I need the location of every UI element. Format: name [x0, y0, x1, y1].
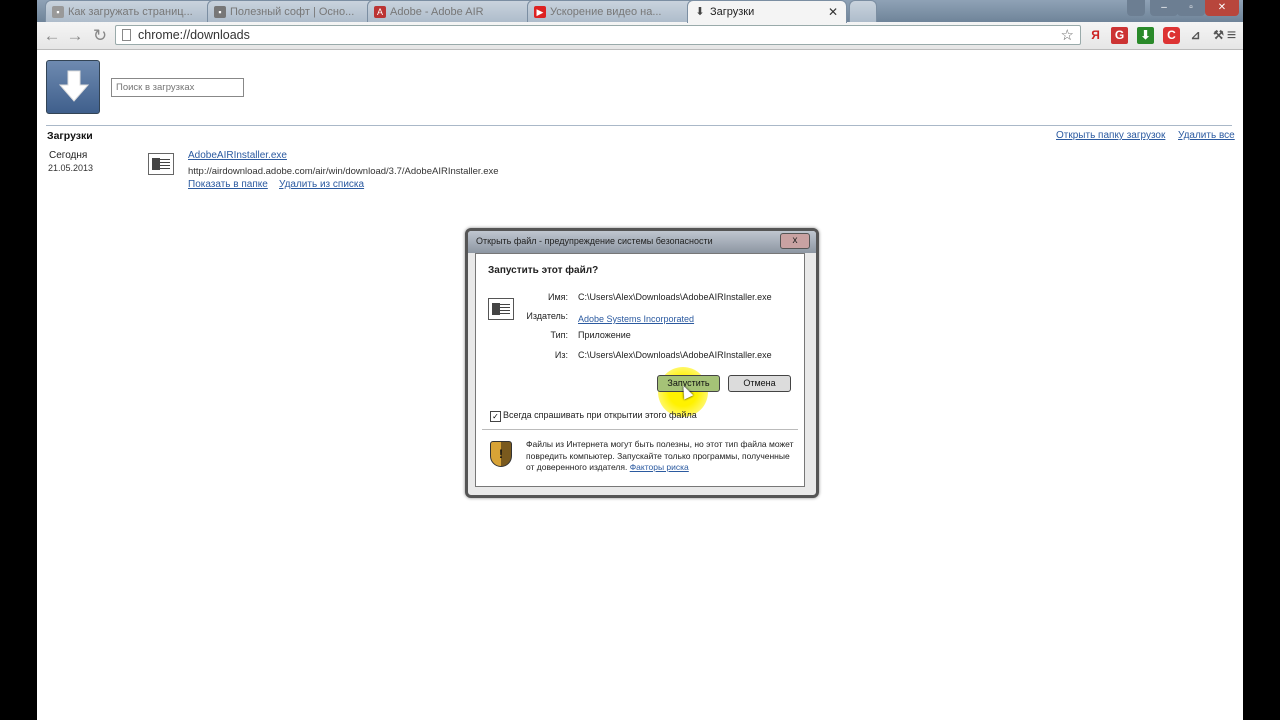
type-value: Приложение: [578, 330, 631, 340]
file-icon: [148, 153, 174, 175]
date-value: 21.05.2013: [48, 163, 94, 173]
tab-downloads[interactable]: ⬇ Загрузки ✕: [687, 0, 847, 23]
c-extension-icon[interactable]: C: [1163, 27, 1180, 44]
tab-label: Полезный софт | Осно...: [230, 6, 355, 18]
close-tab-icon[interactable]: ✕: [828, 1, 838, 23]
divider: [482, 429, 798, 430]
dialog-titlebar: Открыть файл - предупреждение системы бе…: [468, 231, 816, 253]
dialog-title: Открыть файл - предупреждение системы бе…: [476, 236, 713, 246]
downloads-logo: [46, 60, 100, 114]
publisher-label: Издатель:: [526, 311, 568, 321]
dialog-close-button[interactable]: x: [780, 233, 810, 249]
clear-all-link[interactable]: Удалить все: [1178, 130, 1235, 141]
download-icon: ⬇: [695, 6, 705, 18]
type-label: Тип:: [550, 330, 568, 340]
always-ask-checkbox[interactable]: ✓: [490, 411, 501, 422]
address-text: chrome://downloads: [138, 28, 250, 42]
toolbar: ← → ↻ chrome://downloads ☆ Я G ⬇ C ⊿ ⚒ ≡: [37, 22, 1243, 50]
page-icon: ▪: [214, 6, 226, 18]
tab-3[interactable]: A Adobe - Adobe AIR: [367, 0, 537, 22]
name-label: Имя:: [547, 292, 568, 302]
security-warning-dialog: Открыть файл - предупреждение системы бе…: [465, 228, 819, 498]
divider: [46, 125, 1232, 126]
show-in-folder-link[interactable]: Показать в папке: [188, 179, 268, 190]
close-window-button[interactable]: ✕: [1205, 0, 1239, 16]
from-label: Из:: [554, 350, 568, 360]
tab-1[interactable]: ▪ Как загружать страниц...: [45, 0, 215, 22]
page-icon: ▪: [52, 6, 64, 18]
page-icon: [122, 29, 131, 41]
security-shield-icon: !: [490, 441, 512, 467]
warning-text-block: Файлы из Интернета могут быть полезны, н…: [526, 439, 796, 474]
publisher-link[interactable]: Adobe Systems Incorporated: [578, 314, 694, 324]
tab-strip: ▪ Как загружать страниц... ▪ Полезный со…: [37, 0, 1243, 23]
new-tab-button[interactable]: [849, 0, 877, 22]
tab-label: Adobe - Adobe AIR: [390, 6, 484, 18]
pin-extension-icon[interactable]: ⊿: [1187, 27, 1204, 44]
tab-label: Ускорение видео на...: [550, 6, 662, 18]
cancel-button[interactable]: Отмена: [728, 375, 791, 392]
browser-window: ▪ Как загружать страниц... ▪ Полезный со…: [37, 0, 1243, 720]
risk-factors-link[interactable]: Факторы риска: [630, 462, 689, 472]
address-bar[interactable]: chrome://downloads ☆: [115, 25, 1081, 45]
menu-icon[interactable]: ≡: [1223, 27, 1240, 44]
name-value: C:\Users\Alex\Downloads\AdobeAIRInstalle…: [578, 292, 772, 302]
remove-from-list-link[interactable]: Удалить из списка: [279, 179, 364, 190]
youtube-icon: ▶: [534, 6, 546, 18]
forward-icon[interactable]: →: [65, 26, 85, 46]
tab-2[interactable]: ▪ Полезный софт | Осно...: [207, 0, 377, 22]
date-label: Сегодня: [49, 150, 88, 161]
file-name-link[interactable]: AdobeAIRInstaller.exe: [188, 150, 287, 161]
mail-extension-icon[interactable]: G: [1111, 27, 1128, 44]
dialog-body: Запустить этот файл? Имя: C:\Users\Alex\…: [475, 253, 805, 487]
yandex-icon[interactable]: Я: [1087, 27, 1104, 44]
back-icon[interactable]: ←: [42, 26, 62, 46]
maximize-button[interactable]: ▫: [1177, 0, 1205, 16]
download-arrow-icon: [58, 70, 90, 102]
download-extension-icon[interactable]: ⬇: [1137, 27, 1154, 44]
file-url: http://airdownload.adobe.com/air/win/dow…: [188, 166, 499, 177]
reload-icon[interactable]: ↻: [90, 26, 110, 46]
from-value: C:\Users\Alex\Downloads\AdobeAIRInstalle…: [578, 350, 772, 360]
tab-4[interactable]: ▶ Ускорение видео на...: [527, 0, 697, 22]
downloads-title: Загрузки: [47, 130, 93, 142]
bookmark-star-icon[interactable]: ☆: [1061, 26, 1074, 44]
adobe-icon: A: [374, 6, 386, 18]
user-icon[interactable]: [1127, 0, 1145, 16]
dialog-question: Запустить этот файл?: [488, 265, 599, 276]
minimize-button[interactable]: –: [1150, 0, 1178, 16]
search-downloads-input[interactable]: [111, 78, 244, 97]
tab-label: Как загружать страниц...: [68, 6, 193, 18]
tab-label: Загрузки: [710, 6, 755, 18]
open-downloads-folder-link[interactable]: Открыть папку загрузок: [1056, 130, 1165, 141]
always-ask-label: Всегда спрашивать при открытии этого фай…: [503, 410, 697, 420]
